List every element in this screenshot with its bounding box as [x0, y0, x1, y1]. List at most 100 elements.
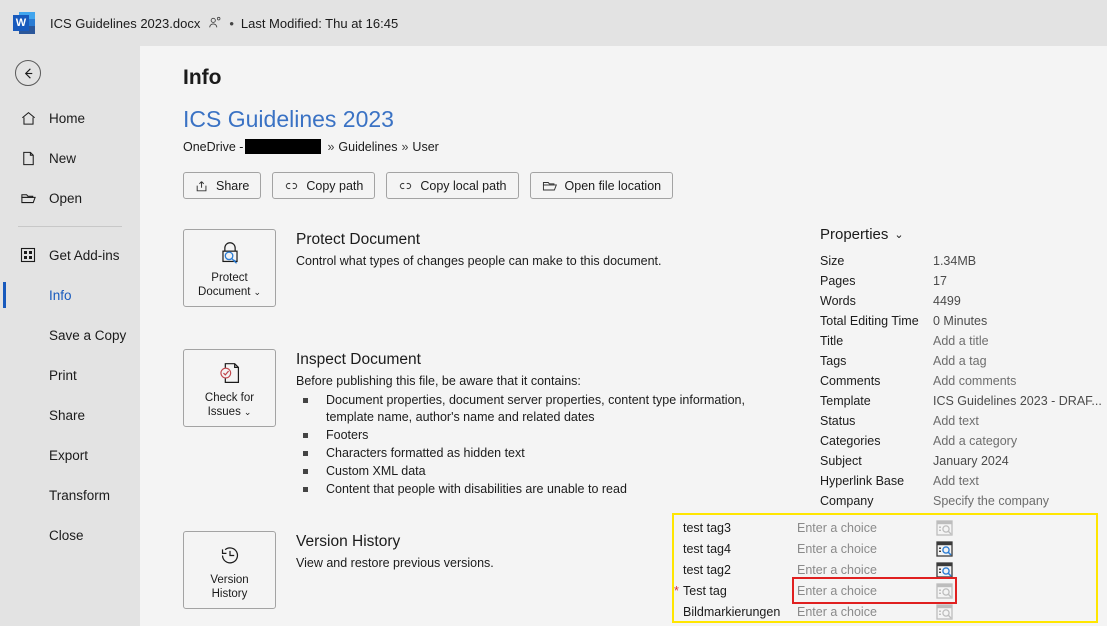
- protect-document-button[interactable]: Protect Document ⌄: [183, 229, 276, 307]
- copy-path-button[interactable]: Copy path: [272, 172, 376, 199]
- choice-picker-icon[interactable]: [936, 603, 953, 620]
- sidebar-nav-list: Home New Open Get Add-ins Info Save a Co…: [0, 98, 140, 555]
- property-value[interactable]: Add text: [933, 414, 979, 428]
- sidebar-item-label: Export: [49, 447, 89, 463]
- tag-row-test-tag4: test tag4 Enter a choice: [680, 538, 1096, 559]
- sidebar-item-label: Info: [49, 287, 72, 303]
- choice-picker-icon[interactable]: [936, 561, 953, 578]
- property-value[interactable]: 1.34MB: [933, 254, 976, 268]
- property-value[interactable]: Add a title: [933, 334, 989, 348]
- person-shared-icon[interactable]: [208, 16, 222, 30]
- choice-picker-icon[interactable]: [936, 519, 953, 536]
- list-item: Custom XML data: [296, 463, 766, 480]
- tag-label: Bildmarkierungen: [683, 605, 796, 619]
- path-segment-user: User: [412, 139, 439, 154]
- sidebar-item-get-add-ins[interactable]: Get Add-ins: [0, 235, 140, 275]
- sidebar-item-new[interactable]: New: [0, 138, 140, 178]
- sidebar-item-label: Share: [49, 407, 86, 423]
- clock-history-icon: [215, 540, 245, 570]
- sidebar-item-transform[interactable]: Transform: [0, 475, 140, 515]
- property-label: Total Editing Time: [820, 314, 919, 328]
- list-item: Document properties, document server pro…: [296, 392, 766, 426]
- share-button[interactable]: Share: [183, 172, 262, 199]
- file-action-buttons: Share Copy path Copy local path Open fil…: [183, 172, 674, 199]
- list-item: Footers: [296, 427, 766, 444]
- tag-choice-input[interactable]: Enter a choice: [796, 581, 932, 600]
- check-for-issues-button[interactable]: Check for Issues ⌄: [183, 349, 276, 427]
- property-row-company: Company Specify the company: [820, 491, 1103, 511]
- property-row-total-editing-time: Total Editing Time 0 Minutes: [820, 311, 1103, 331]
- tile-label-line1: Protect: [211, 271, 248, 284]
- property-value[interactable]: Add a category: [933, 434, 1017, 448]
- sidebar-item-save-a-copy[interactable]: Save a Copy: [0, 315, 140, 355]
- bullet-square-icon: [303, 469, 308, 474]
- properties-header[interactable]: Properties ⌄: [820, 226, 1103, 243]
- sidebar-item-close[interactable]: Close: [0, 515, 140, 555]
- property-value[interactable]: Add a tag: [933, 354, 987, 368]
- tag-field: Enter a choice: [796, 602, 953, 621]
- word-backstage-info-screen: W ICS Guidelines 2023.docx • Last Modifi…: [0, 0, 1107, 626]
- sidebar-item-label: Get Add-ins: [49, 247, 120, 263]
- title-bar: W ICS Guidelines 2023.docx • Last Modifi…: [0, 0, 1107, 46]
- property-label: Title: [820, 334, 844, 348]
- tile-label-line1: Version: [210, 573, 249, 586]
- tag-row-test-tag3: test tag3 Enter a choice: [680, 517, 1096, 538]
- property-value[interactable]: 4499: [933, 294, 961, 308]
- choice-picker-icon[interactable]: [936, 582, 953, 599]
- property-value[interactable]: 17: [933, 274, 947, 288]
- tag-field: Enter a choice: [796, 539, 953, 558]
- word-logo-icon: W: [13, 12, 35, 34]
- sidebar-item-share[interactable]: Share: [0, 395, 140, 435]
- sidebar-item-export[interactable]: Export: [0, 435, 140, 475]
- property-row-words: Words 4499: [820, 291, 1103, 311]
- property-value[interactable]: ICS Guidelines 2023 - DRAF...: [933, 394, 1102, 408]
- required-marker: *: [674, 583, 679, 598]
- document-check-icon: [215, 358, 245, 388]
- sidebar-item-open[interactable]: Open: [0, 178, 140, 218]
- tag-choice-input[interactable]: Enter a choice: [796, 518, 932, 537]
- version-history-button[interactable]: Version History: [183, 531, 276, 609]
- sidebar-item-info[interactable]: Info: [0, 275, 140, 315]
- bullet-square-icon: [303, 451, 308, 456]
- list-item-text: Footers: [326, 428, 369, 442]
- bullet-square-icon: [303, 398, 308, 403]
- open-folder-icon: [542, 179, 558, 193]
- folder-icon: [18, 188, 38, 208]
- property-row-title: Title Add a title: [820, 331, 1103, 351]
- tag-row-test-tag: * Test tag Enter a choice: [674, 577, 1096, 604]
- back-button[interactable]: [15, 60, 41, 86]
- properties-panel: Properties ⌄ Size 1.34MB Pages 17 Words …: [818, 226, 1103, 511]
- sidebar-item-label: Home: [49, 110, 86, 126]
- property-value[interactable]: January 2024: [933, 454, 1009, 468]
- property-label: Subject: [820, 454, 862, 468]
- tag-choice-input[interactable]: Enter a choice: [796, 602, 932, 621]
- sidebar-item-home[interactable]: Home: [0, 98, 140, 138]
- property-value[interactable]: Add text: [933, 474, 979, 488]
- tag-choice-input[interactable]: Enter a choice: [796, 560, 932, 579]
- title-separator: •: [229, 15, 234, 31]
- sidebar-item-label: Print: [49, 367, 77, 383]
- tag-choice-input[interactable]: Enter a choice: [796, 539, 932, 558]
- feature-description: Before publishing this file, be aware th…: [296, 374, 581, 388]
- open-file-location-button[interactable]: Open file location: [529, 172, 674, 199]
- choice-picker-icon[interactable]: [936, 540, 953, 557]
- tile-label-line2: Document: [198, 285, 251, 298]
- sidebar-item-label: New: [49, 150, 77, 166]
- feature-title: Version History: [296, 533, 401, 550]
- property-value[interactable]: 0 Minutes: [933, 314, 987, 328]
- property-row-template: Template ICS Guidelines 2023 - DRAF...: [820, 391, 1103, 411]
- tag-label-text: Test tag: [683, 583, 727, 598]
- sidebar-item-label: Open: [49, 190, 83, 206]
- sidebar-item-print[interactable]: Print: [0, 355, 140, 395]
- property-row-comments: Comments Add comments: [820, 371, 1103, 391]
- property-label: Tags: [820, 354, 847, 368]
- path-chevron: »: [327, 139, 335, 154]
- property-value[interactable]: Add comments: [933, 374, 1016, 388]
- copy-local-path-button[interactable]: Copy local path: [386, 172, 519, 199]
- property-row-subject: Subject January 2024: [820, 451, 1103, 471]
- property-value[interactable]: Specify the company: [933, 494, 1049, 508]
- list-item-text: Document properties, document server pro…: [326, 393, 745, 424]
- path-segment-guidelines: Guidelines: [338, 139, 398, 154]
- link-icon: [398, 179, 413, 193]
- tile-label-line2: History: [211, 587, 248, 600]
